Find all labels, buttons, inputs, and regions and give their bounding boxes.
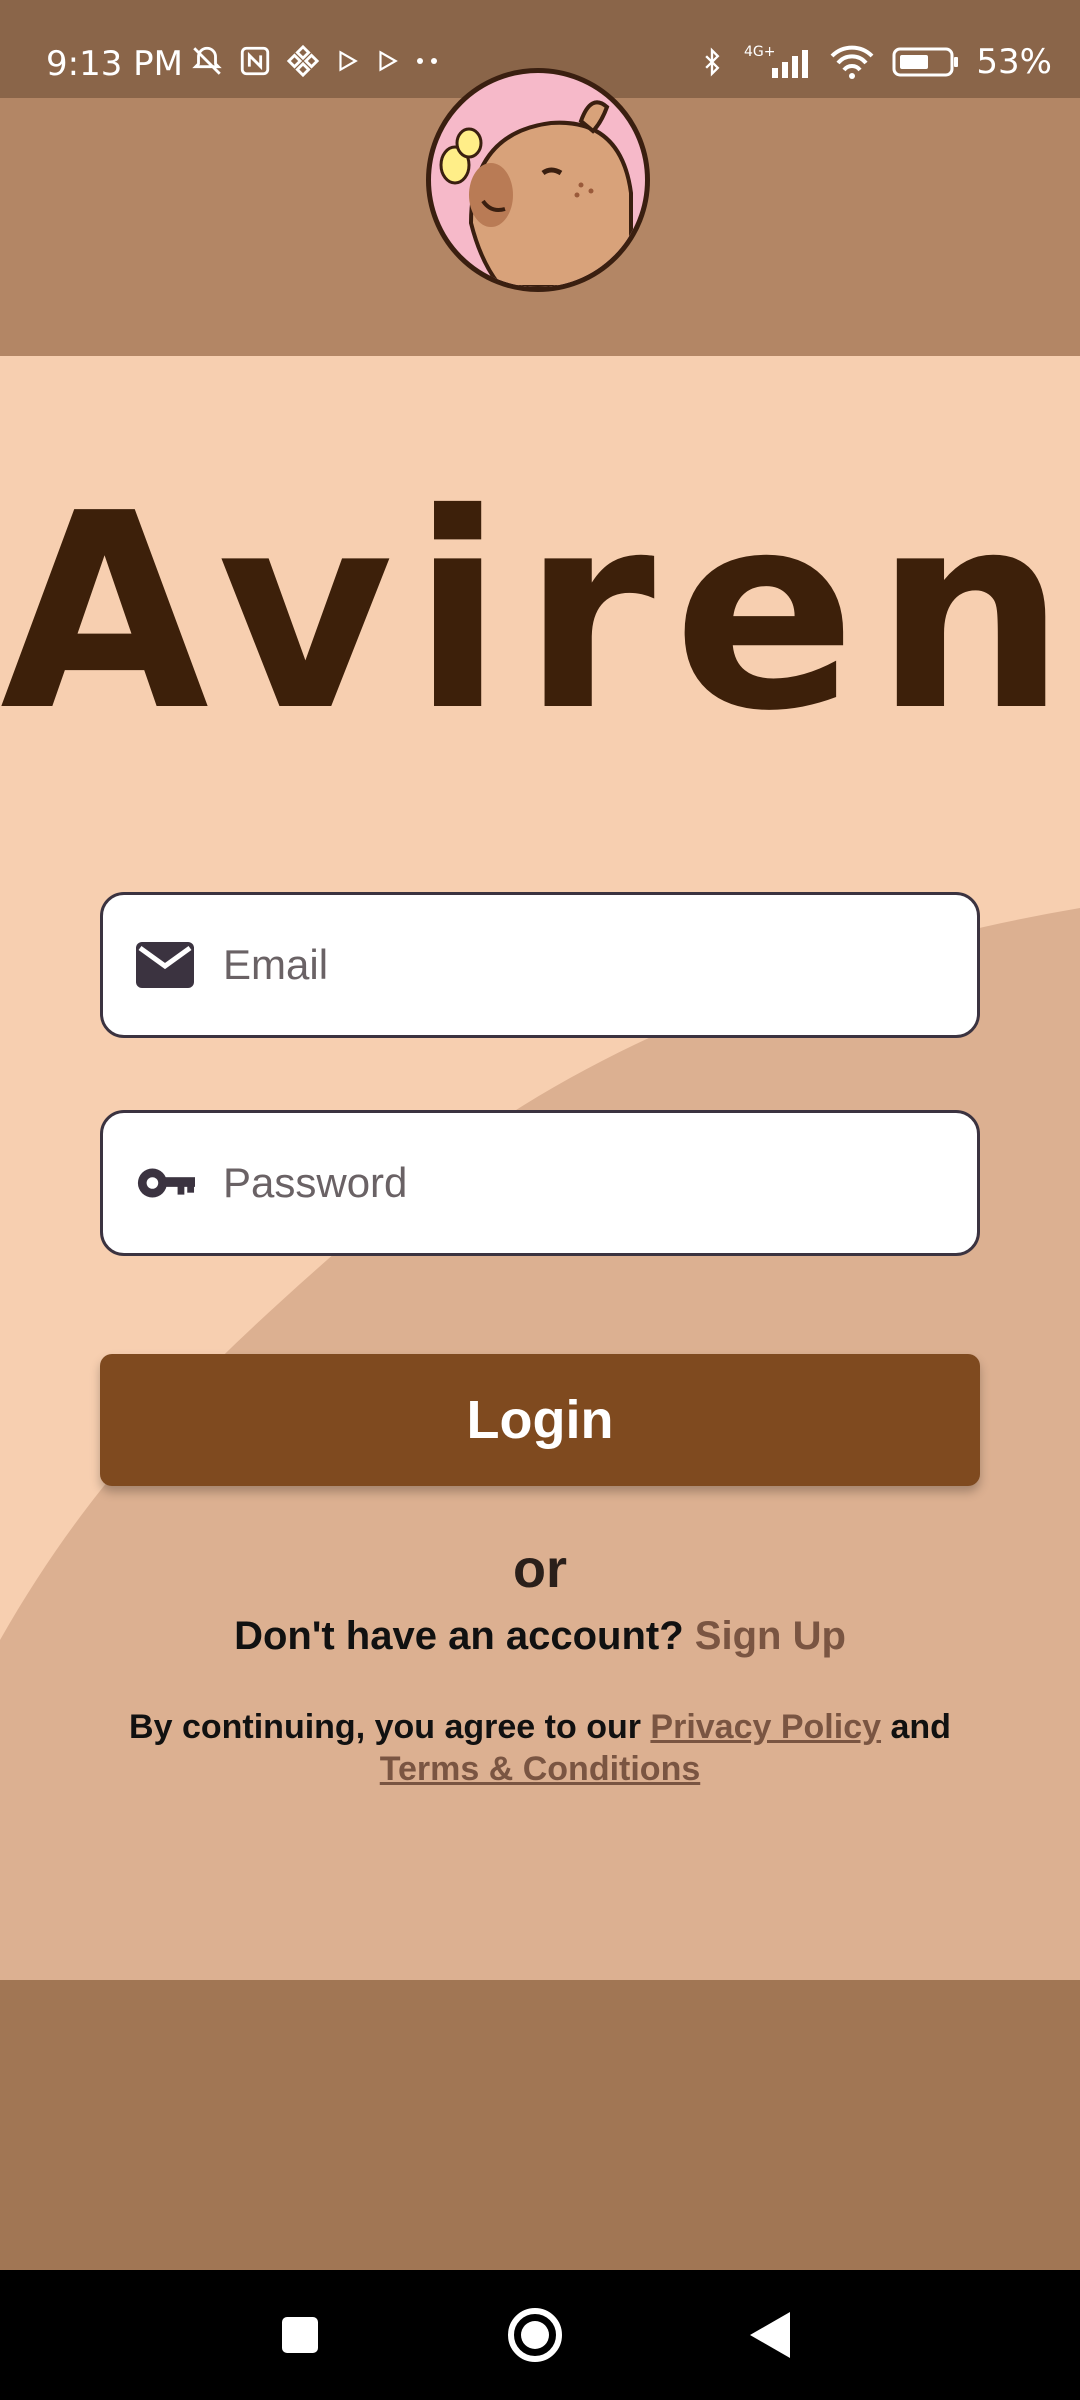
no-account-text: Don't have an account? <box>234 1614 684 1658</box>
back-button[interactable] <box>735 2300 805 2370</box>
bluetooth-icon <box>698 44 726 80</box>
or-divider-text: or <box>513 1539 567 1599</box>
square-icon <box>282 2317 318 2353</box>
mail-icon <box>135 935 195 995</box>
status-right-icons: 4G+ 53% <box>698 42 1052 82</box>
battery-percent: 53% <box>976 42 1052 82</box>
system-nav-bar <box>0 2270 1080 2400</box>
back-triangle-icon <box>750 2312 790 2358</box>
status-left-icons <box>190 44 444 78</box>
wifi-icon <box>828 44 876 80</box>
binance-icon <box>286 44 320 78</box>
password-input[interactable] <box>221 1132 945 1234</box>
legal-prefix: By continuing, you agree to our <box>129 1708 641 1746</box>
nfc-icon <box>238 44 272 78</box>
sign-up-link[interactable]: Sign Up <box>695 1614 846 1658</box>
password-field[interactable] <box>100 1110 980 1256</box>
status-time: 9:13 PM <box>46 44 183 84</box>
circle-icon <box>508 2308 562 2362</box>
recents-button[interactable] <box>265 2300 335 2370</box>
privacy-policy-link[interactable]: Privacy Policy <box>650 1708 881 1746</box>
email-field[interactable] <box>100 892 980 1038</box>
email-input[interactable] <box>221 914 945 1016</box>
legal-and: and <box>890 1708 951 1746</box>
login-button[interactable]: Login <box>100 1354 980 1486</box>
footer-band <box>0 1980 1080 2270</box>
play-icon <box>374 48 400 74</box>
silent-bell-icon <box>190 44 224 78</box>
signal-icon: 4G+ <box>742 42 812 82</box>
capybara-avatar-icon <box>426 68 650 292</box>
signup-prompt: Don't have an account? Sign Up <box>0 1614 1080 1659</box>
play-icon <box>334 48 360 74</box>
battery-icon <box>892 45 960 79</box>
network-label: 4G+ <box>744 44 776 60</box>
terms-conditions-link[interactable]: Terms & Conditions <box>380 1750 701 1788</box>
app-title: Aviren <box>0 455 1080 770</box>
legal-notice: By continuing, you agree to our Privacy … <box>100 1706 980 1790</box>
more-dots-icon <box>414 56 444 66</box>
home-button[interactable] <box>500 2300 570 2370</box>
key-icon <box>135 1153 195 1213</box>
